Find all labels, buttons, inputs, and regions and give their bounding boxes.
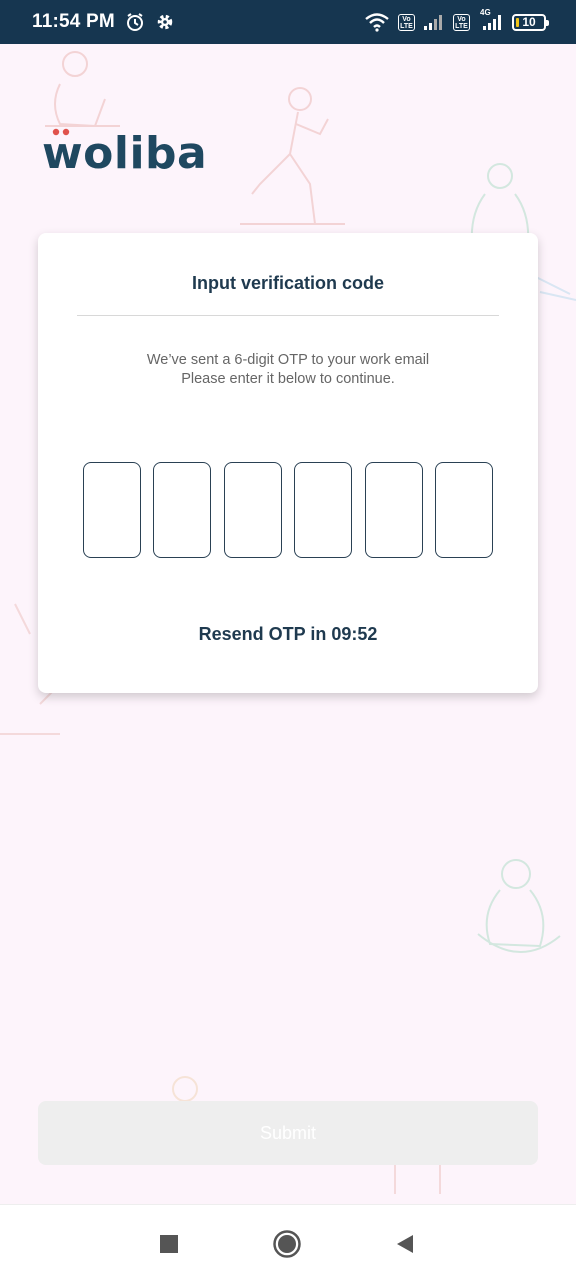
signal-4g-icon: 4G xyxy=(478,8,504,31)
card-divider xyxy=(77,315,499,316)
back-icon[interactable] xyxy=(390,1229,420,1259)
submit-button[interactable]: Submit xyxy=(38,1101,538,1165)
otp-digit-5[interactable] xyxy=(364,462,423,558)
subtitle-line-2: Please enter it below to continue. xyxy=(181,371,395,387)
otp-digit-1[interactable] xyxy=(83,462,141,558)
otp-digit-4[interactable] xyxy=(294,462,353,558)
alarm-icon xyxy=(125,12,145,32)
status-time: 11:54 PM xyxy=(32,11,115,32)
otp-input-group xyxy=(83,462,493,558)
signal-icon xyxy=(423,13,445,31)
battery-level: 10 xyxy=(522,15,536,29)
main-content: woliba Input verification code We’ve sen… xyxy=(0,44,576,1204)
recents-icon[interactable] xyxy=(154,1229,184,1259)
gear-icon xyxy=(155,12,175,32)
home-icon[interactable] xyxy=(272,1229,302,1259)
battery-icon: 10 xyxy=(512,13,549,31)
otp-digit-6[interactable] xyxy=(434,462,493,558)
volte-icon: Vo LTE xyxy=(398,13,415,31)
verification-card: Input verification code We’ve sent a 6-d… xyxy=(38,233,538,693)
resend-otp-timer[interactable]: Resend OTP in 09:52 xyxy=(38,624,538,645)
status-bar: 11:54 PM Vo LTE Vo LTE 4G 10 xyxy=(0,0,576,44)
card-subtitle: We’ve sent a 6-digit OTP to your work em… xyxy=(38,351,538,389)
otp-digit-3[interactable] xyxy=(223,462,282,558)
woliba-logo: woliba xyxy=(42,128,208,179)
network-type: 4G xyxy=(480,8,491,17)
volte-icon: Vo LTE xyxy=(453,13,470,31)
otp-digit-2[interactable] xyxy=(153,462,212,558)
wifi-icon xyxy=(364,12,390,32)
navigation-bar xyxy=(0,1204,576,1280)
card-title: Input verification code xyxy=(191,273,385,293)
subtitle-line-1: We’ve sent a 6-digit OTP to your work em… xyxy=(146,352,430,368)
